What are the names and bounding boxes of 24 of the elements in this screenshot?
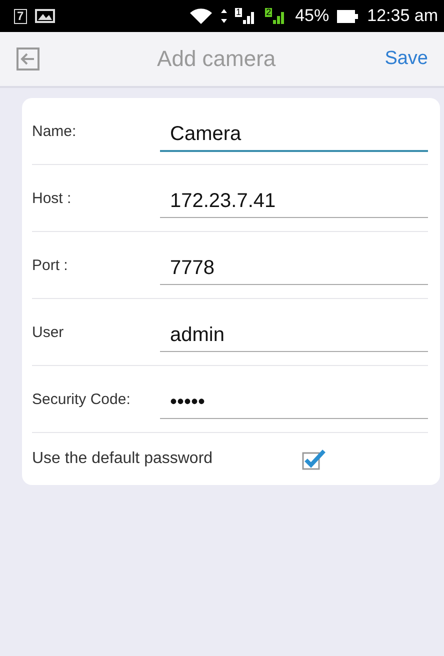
- checkbox-label: Use the default password: [32, 450, 214, 468]
- input-field[interactable]: 172.23.7.41: [160, 184, 428, 218]
- battery-icon: [337, 10, 360, 22]
- field-label: Host :: [32, 190, 72, 206]
- notification-badge: 7: [14, 8, 27, 24]
- image-icon: [34, 9, 55, 23]
- field-label: User: [32, 324, 65, 340]
- save-button[interactable]: Save: [382, 44, 430, 74]
- field-label: Port :: [32, 256, 69, 274]
- back-icon[interactable]: [16, 47, 40, 71]
- checkbox[interactable]: [302, 448, 326, 470]
- input-field[interactable]: •••••: [160, 385, 428, 419]
- screen-title: Add camera: [156, 46, 277, 72]
- sim-label: 2: [265, 8, 272, 17]
- clock-time: 12:35 am: [367, 6, 438, 26]
- field-label: Security Code:: [32, 390, 132, 408]
- input-field[interactable]: 7778: [160, 251, 428, 285]
- field-label: Name:: [32, 122, 78, 140]
- wifi-icon: [189, 7, 214, 25]
- input-field[interactable]: admin: [160, 318, 428, 352]
- battery-percent: 45%: [295, 6, 330, 26]
- data-arrows-icon: [221, 9, 228, 23]
- sim-label: 1: [235, 8, 242, 17]
- input-field[interactable]: Camera: [160, 116, 428, 152]
